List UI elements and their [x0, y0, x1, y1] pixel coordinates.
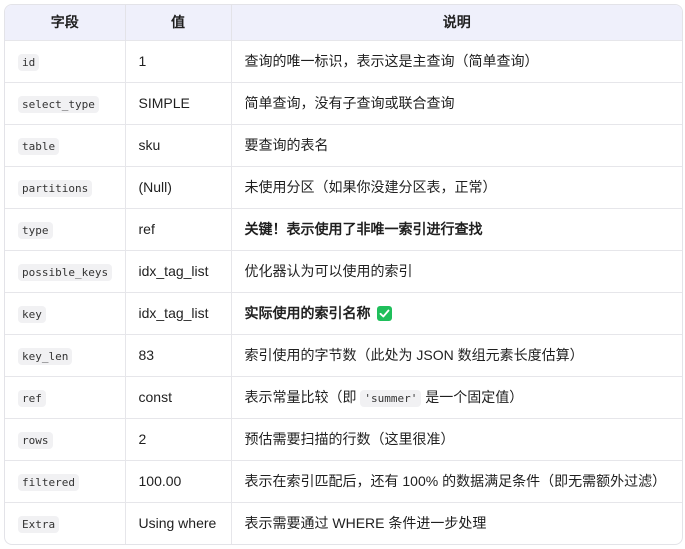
desc-cell: 表示常量比较（即 'summer' 是一个固定值） — [231, 375, 682, 418]
table-row: partitions (Null) 未使用分区（如果你没建分区表，正常） — [5, 165, 682, 208]
desc-cell: 关键！表示使用了非唯一索引进行查找 — [231, 207, 682, 250]
desc-cell: 查询的唯一标识，表示这是主查询（简单查询） — [231, 39, 682, 82]
table-row: ref const 表示常量比较（即 'summer' 是一个固定值） — [5, 375, 682, 418]
check-mark-icon — [376, 306, 392, 321]
desc-cell: 索引使用的字节数（此处为 JSON 数组元素长度估算） — [231, 333, 682, 376]
value-cell: idx_tag_list — [125, 249, 232, 292]
explain-table-grid: 字段 值 说明 id 1 查询的唯一标识，表示这是主查询（简单查询） selec… — [5, 5, 682, 544]
desc-text: 实际使用的索引名称 — [244, 305, 371, 321]
value-cell: const — [125, 375, 232, 418]
value-cell: Using where — [125, 501, 232, 544]
desc-cell: 优化器认为可以使用的索引 — [231, 249, 682, 292]
desc-cell: 要查询的表名 — [231, 123, 682, 166]
field-cell: rows — [5, 417, 126, 460]
field-cell: key_len — [5, 333, 126, 376]
desc-text-before: 表示常量比较（即 — [244, 389, 361, 405]
header-row: 字段 值 说明 — [5, 5, 682, 40]
value-cell: SIMPLE — [125, 81, 232, 124]
table-header: 字段 值 说明 — [5, 5, 682, 40]
value-cell: 2 — [125, 417, 232, 460]
header-value: 值 — [125, 5, 232, 40]
table-row: type ref 关键！表示使用了非唯一索引进行查找 — [5, 207, 682, 250]
table-row: possible_keys idx_tag_list 优化器认为可以使用的索引 — [5, 249, 682, 292]
field-code: filtered — [18, 474, 79, 491]
header-field: 字段 — [5, 5, 126, 40]
desc-cell: 表示在索引匹配后，还有 100% 的数据满足条件（即无需额外过滤） — [231, 459, 682, 502]
field-code: table — [18, 138, 60, 155]
desc-cell: 简单查询，没有子查询或联合查询 — [231, 81, 682, 124]
desc-cell: 未使用分区（如果你没建分区表，正常） — [231, 165, 682, 208]
desc-cell: 预估需要扫描的行数（这里很准） — [231, 417, 682, 460]
value-cell: 83 — [125, 333, 232, 376]
field-cell: ref — [5, 375, 126, 418]
table-row: key_len 83 索引使用的字节数（此处为 JSON 数组元素长度估算） — [5, 333, 682, 376]
desc-cell: 实际使用的索引名称 — [231, 291, 682, 334]
header-description: 说明 — [442, 14, 471, 31]
table-row: filtered 100.00 表示在索引匹配后，还有 100% 的数据满足条件… — [5, 459, 682, 502]
field-code: select_type — [18, 96, 99, 113]
value-cell: (Null) — [125, 165, 232, 208]
table-body: id 1 查询的唯一标识，表示这是主查询（简单查询） select_type S… — [5, 39, 682, 544]
field-cell: filtered — [5, 459, 126, 502]
value-cell: 100.00 — [125, 459, 232, 502]
field-code: type — [18, 222, 53, 239]
field-cell: possible_keys — [5, 249, 126, 292]
table-row: key idx_tag_list 实际使用的索引名称 — [5, 291, 682, 334]
table-row: rows 2 预估需要扫描的行数（这里很准） — [5, 417, 682, 460]
value-cell: 1 — [125, 39, 232, 82]
desc-text-after: 是一个固定值） — [421, 389, 524, 405]
field-cell: partitions — [5, 165, 126, 208]
field-code: partitions — [18, 180, 93, 197]
field-cell: id — [5, 39, 126, 82]
table-row: table sku 要查询的表名 — [5, 123, 682, 166]
field-code: id — [18, 54, 40, 71]
desc-cell: 表示需要通过 WHERE 条件进一步处理 — [231, 501, 682, 544]
field-cell: type — [5, 207, 126, 250]
field-code: possible_keys — [18, 264, 113, 281]
field-code: Extra — [18, 516, 60, 534]
table-row: Extra Using where 表示需要通过 WHERE 条件进一步处理 — [5, 501, 682, 544]
explain-table: 字段 值 说明 id 1 查询的唯一标识，表示这是主查询（简单查询） selec… — [4, 4, 683, 545]
table-row: select_type SIMPLE 简单查询，没有子查询或联合查询 — [5, 81, 682, 124]
table-row: id 1 查询的唯一标识，表示这是主查询（简单查询） — [5, 39, 682, 82]
inline-code: 'summer' — [360, 390, 422, 407]
field-cell: select_type — [5, 81, 126, 124]
field-cell: table — [5, 123, 126, 166]
value-cell: sku — [125, 123, 232, 166]
field-cell: key — [5, 291, 126, 334]
field-cell: Extra — [5, 501, 126, 544]
field-code: ref — [18, 390, 46, 407]
field-code: key_len — [18, 348, 73, 365]
value-cell: ref — [125, 207, 232, 250]
field-code: rows — [18, 432, 53, 449]
field-code: key — [18, 306, 46, 323]
value-cell: idx_tag_list — [125, 291, 232, 334]
